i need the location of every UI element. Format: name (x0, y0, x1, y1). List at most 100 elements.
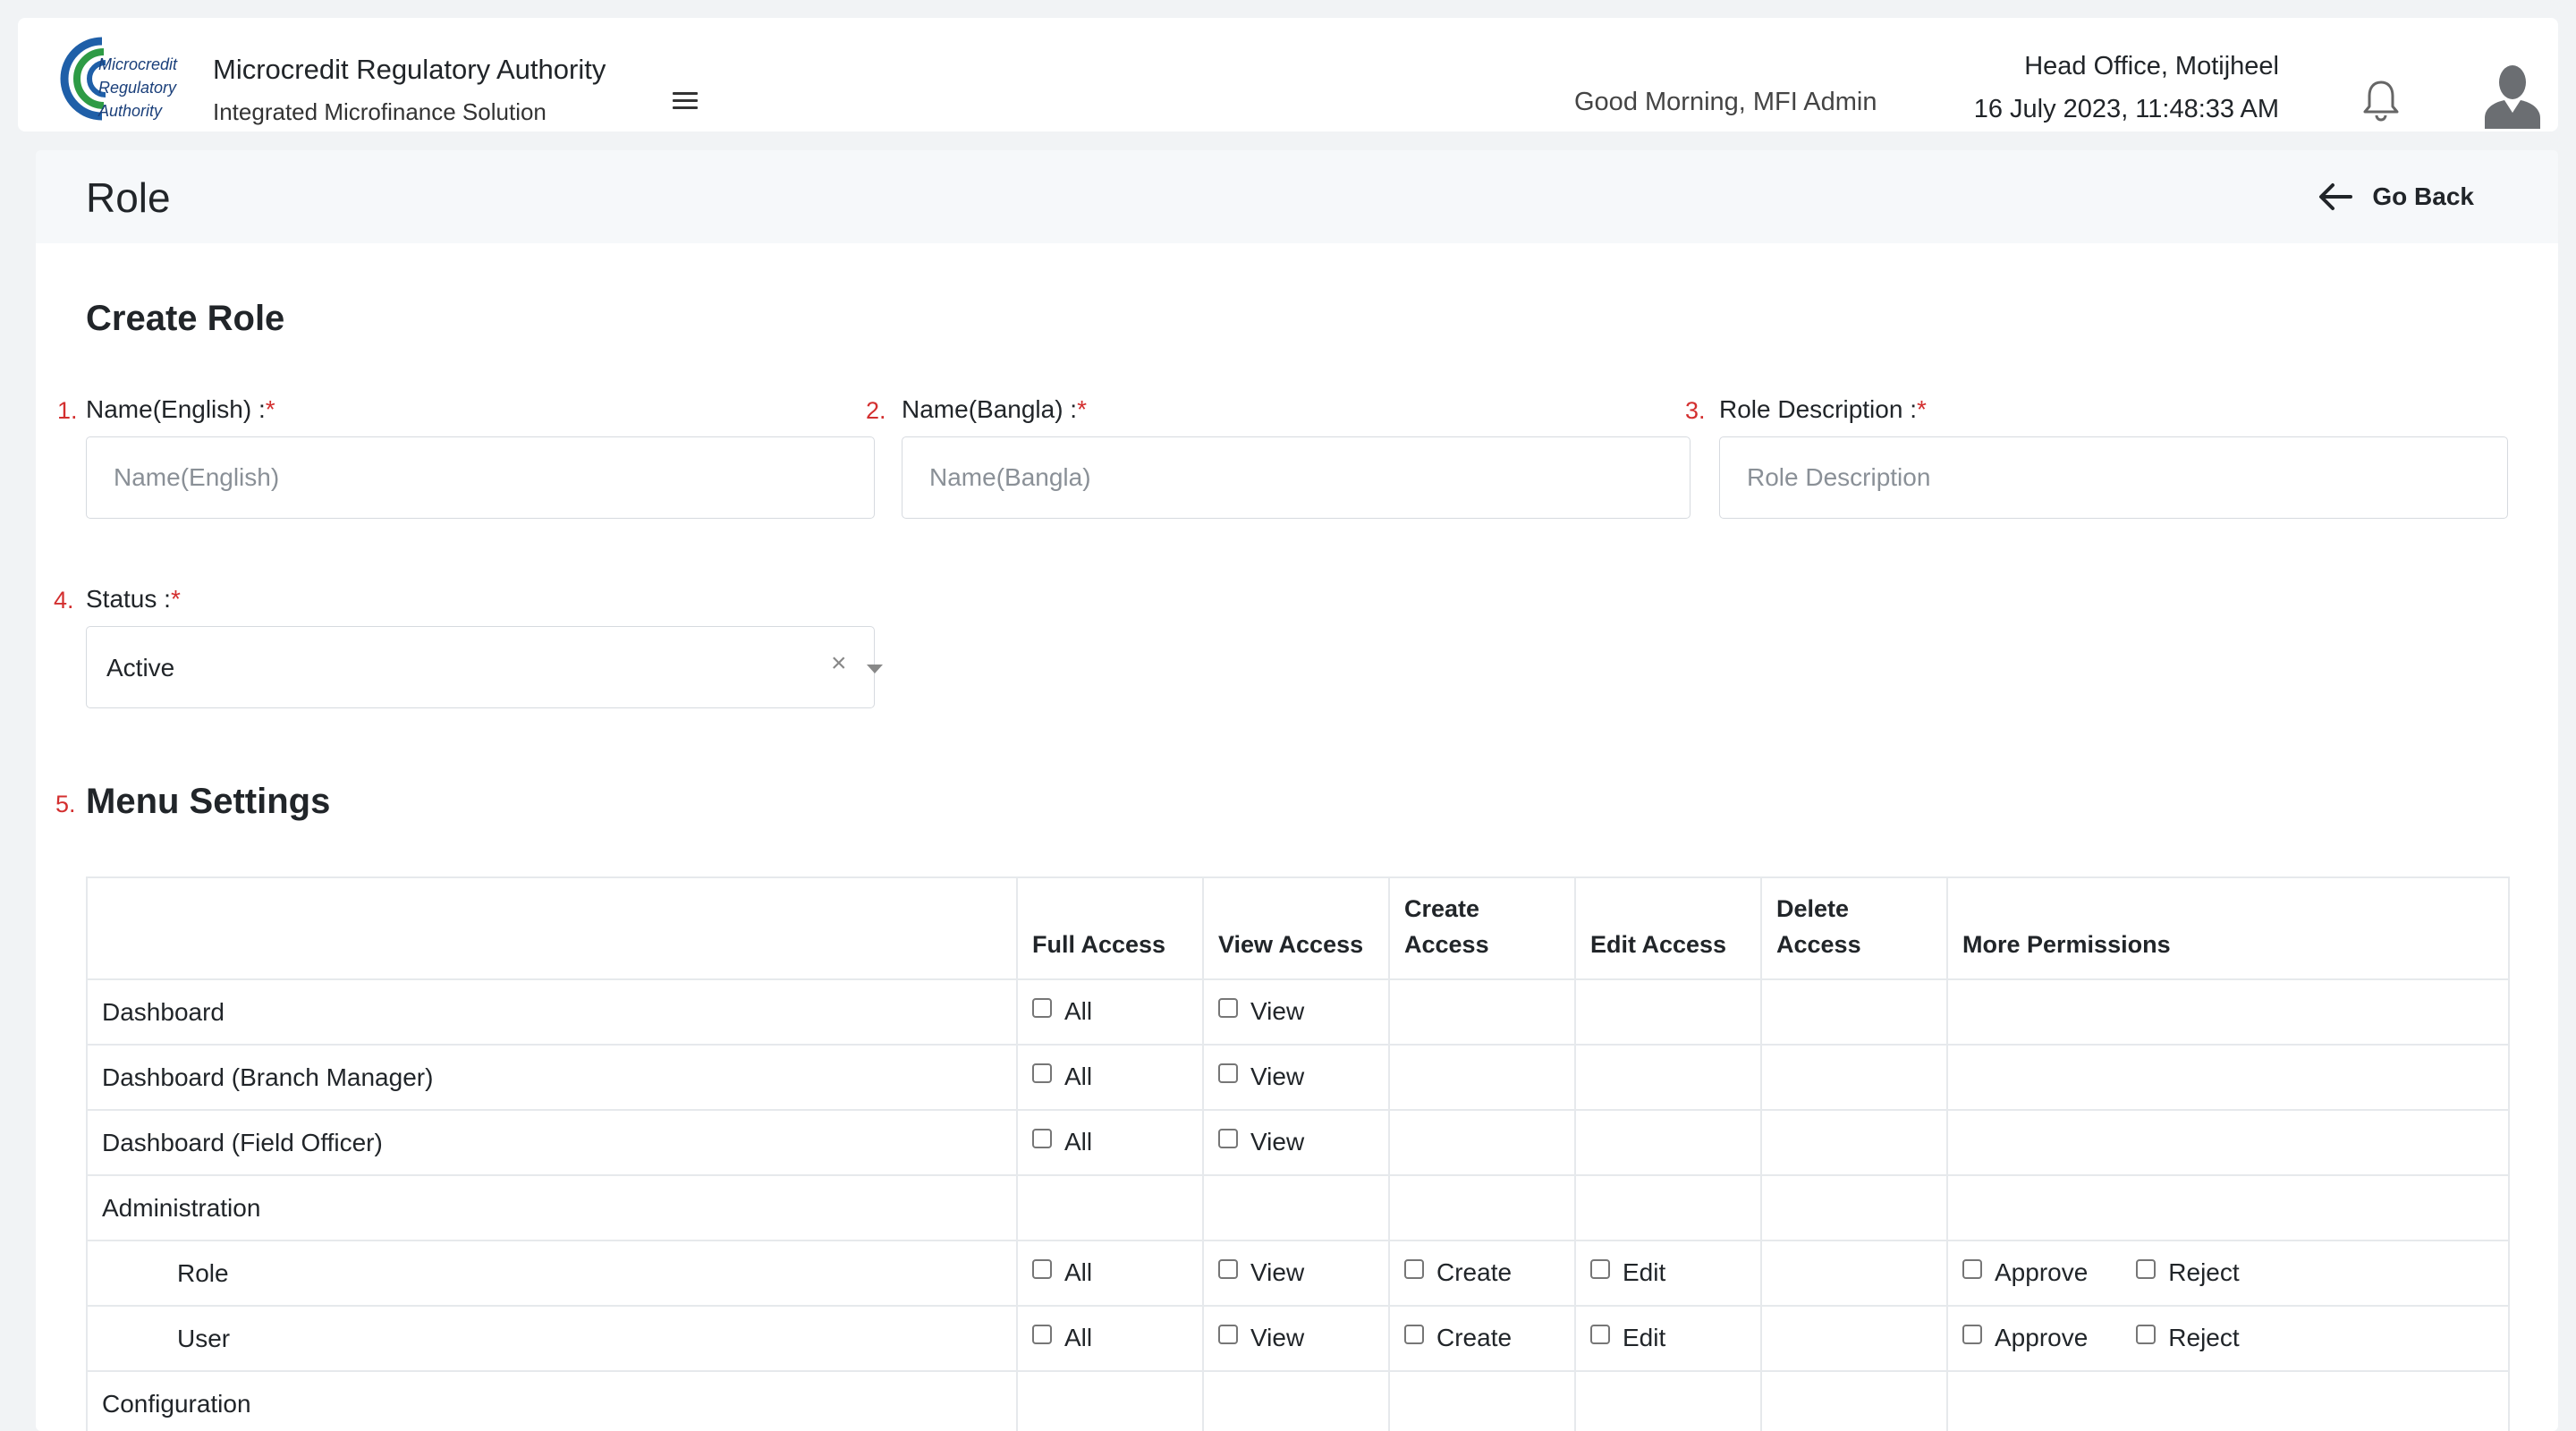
name-bangla-input[interactable] (902, 436, 1690, 519)
role-edit-checkbox[interactable]: Edit (1590, 1258, 1665, 1287)
go-back-label: Go Back (2372, 182, 2474, 210)
checkbox-square-icon[interactable] (1962, 1324, 1982, 1344)
dashboard-full-label: All (1064, 996, 1093, 1025)
checkbox-square-icon[interactable] (1218, 1324, 1238, 1344)
role-full-checkbox[interactable]: All (1032, 1258, 1092, 1287)
cell-edit: Edit (1574, 1240, 1762, 1307)
chevron-down-icon[interactable] (867, 665, 883, 673)
field-number-3: 3. (1685, 397, 1706, 424)
user-create-checkbox[interactable]: Create (1404, 1324, 1512, 1352)
cell-view: View (1202, 1305, 1390, 1372)
role-view-checkbox[interactable]: View (1218, 1258, 1304, 1287)
status-select[interactable]: Active × (86, 626, 883, 708)
checkbox-square-icon[interactable] (2136, 1324, 2157, 1344)
checkbox-square-icon[interactable] (1218, 1258, 1238, 1279)
user-full-checkbox[interactable]: All (1032, 1324, 1092, 1352)
cell-more (1946, 1174, 2510, 1241)
table-row: Role All View Create Edit Approve Reject (86, 1240, 2510, 1307)
cell-more: Approve Reject (1946, 1305, 2510, 1372)
go-back-button[interactable]: Go Back (2318, 177, 2474, 216)
dashboard-view-checkbox[interactable]: View (1218, 997, 1304, 1026)
current-datetime: 16 July 2023, 11:48:33 AM (1973, 95, 2279, 123)
cell-edit (1574, 1174, 1762, 1241)
role-reject-checkbox[interactable]: Reject (2136, 1258, 2240, 1287)
table-row: User All View Create Edit Approve Reject (86, 1305, 2510, 1372)
user-edit-label: Edit (1623, 1323, 1666, 1351)
checkbox-square-icon[interactable] (1032, 997, 1052, 1018)
role-create-checkbox[interactable]: Create (1404, 1258, 1512, 1287)
checkbox-square-icon[interactable] (1404, 1258, 1424, 1279)
notification-bell-icon[interactable] (2361, 79, 2401, 122)
checkbox-square-icon[interactable] (1032, 1063, 1052, 1083)
cell-create (1388, 978, 1576, 1046)
dashboard-branch-manager-view-checkbox[interactable]: View (1218, 1063, 1304, 1091)
hamburger-menu-icon[interactable] (667, 82, 703, 118)
create-role-heading: Create Role (86, 299, 285, 338)
column-header-full-access: Full Access (1016, 876, 1204, 980)
role-description-label: Role Description :* (1719, 395, 1927, 423)
name-english-input[interactable] (86, 436, 875, 519)
status-selected-value: Active (106, 654, 175, 682)
menu-item-dashboard-branch-manager: Dashboard (Branch Manager) (86, 1044, 1018, 1111)
cell-more (1946, 1109, 2510, 1176)
user-edit-checkbox[interactable]: Edit (1590, 1324, 1665, 1352)
logo-text-line-2: Regulatory (98, 79, 177, 97)
checkbox-square-icon[interactable] (1218, 1128, 1238, 1148)
cell-full: All (1016, 1044, 1204, 1111)
dashboard-full-checkbox[interactable]: All (1032, 997, 1092, 1026)
user-avatar-icon[interactable] (2483, 63, 2542, 129)
checkbox-square-icon[interactable] (1962, 1258, 1982, 1279)
dashboard-field-officer-full-checkbox[interactable]: All (1032, 1128, 1092, 1156)
checkbox-square-icon[interactable] (1032, 1258, 1052, 1279)
checkbox-square-icon[interactable] (1590, 1324, 1610, 1344)
user-view-checkbox[interactable]: View (1218, 1324, 1304, 1352)
dashboard-branch-manager-view-label: View (1250, 1062, 1305, 1090)
cell-create (1388, 1370, 1576, 1431)
cell-create (1388, 1174, 1576, 1241)
mra-logo[interactable]: Microcredit Regulatory Authority (48, 29, 199, 129)
cell-view: View (1202, 978, 1390, 1046)
menu-item-role: Role (86, 1240, 1018, 1307)
cell-delete (1760, 978, 1948, 1046)
menu-permissions-table: Full Access View Access Create Access Ed… (86, 876, 2510, 1431)
cell-view: View (1202, 1044, 1390, 1111)
checkbox-square-icon[interactable] (1218, 1063, 1238, 1083)
clear-icon[interactable]: × (831, 648, 847, 679)
table-row: Dashboard (Field Officer) All View (86, 1109, 2510, 1176)
org-name: Microcredit Regulatory Authority (213, 54, 606, 85)
cell-delete (1760, 1370, 1948, 1431)
dashboard-view-label: View (1250, 996, 1305, 1025)
role-description-input[interactable] (1719, 436, 2508, 519)
role-view-label: View (1250, 1257, 1305, 1286)
logo-text-line-3: Authority (97, 102, 163, 120)
checkbox-square-icon[interactable] (1590, 1258, 1610, 1279)
table-row: Configuration (86, 1370, 2510, 1431)
column-header-edit-access: Edit Access (1574, 876, 1762, 980)
page-header-bar: Role Go Back (36, 150, 2558, 243)
role-approve-label: Approve (1995, 1257, 2089, 1286)
role-approve-checkbox[interactable]: Approve (1962, 1258, 2088, 1287)
role-page-card: Role Go Back Create Role 1. Name(English… (36, 150, 2558, 1431)
column-header-view-access: View Access (1202, 876, 1390, 980)
cell-create (1388, 1109, 1576, 1176)
table-row: Dashboard (Branch Manager) All View (86, 1044, 2510, 1111)
cell-create (1388, 1044, 1576, 1111)
dashboard-field-officer-view-checkbox[interactable]: View (1218, 1128, 1304, 1156)
field-number-1: 1. (57, 397, 78, 424)
column-header-delete-access: Delete Access (1760, 876, 1948, 980)
column-header-more-permissions: More Permissions (1946, 876, 2510, 980)
checkbox-square-icon[interactable] (1218, 997, 1238, 1018)
dashboard-branch-manager-full-label: All (1064, 1062, 1093, 1090)
status-label: Status :* (86, 585, 181, 613)
name-english-label: Name(English) :* (86, 395, 275, 423)
user-approve-checkbox[interactable]: Approve (1962, 1324, 2088, 1352)
user-reject-checkbox[interactable]: Reject (2136, 1324, 2240, 1352)
checkbox-square-icon[interactable] (1032, 1324, 1052, 1344)
cell-view: View (1202, 1109, 1390, 1176)
checkbox-square-icon[interactable] (1032, 1128, 1052, 1148)
checkbox-square-icon[interactable] (1404, 1324, 1424, 1344)
field-number-4: 4. (54, 587, 74, 614)
user-full-label: All (1064, 1323, 1093, 1351)
checkbox-square-icon[interactable] (2136, 1258, 2157, 1279)
dashboard-branch-manager-full-checkbox[interactable]: All (1032, 1063, 1092, 1091)
